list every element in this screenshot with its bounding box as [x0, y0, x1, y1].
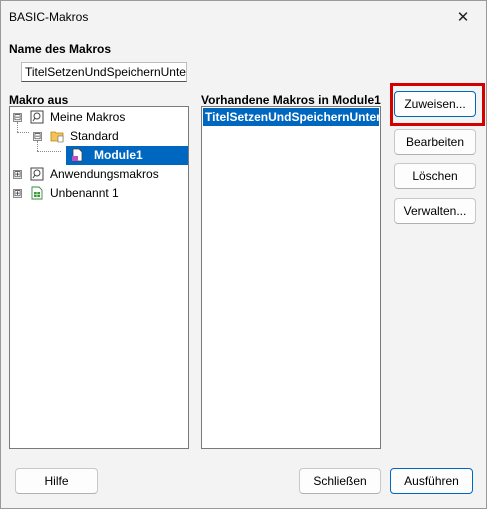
expand-icon[interactable]: ⊞ — [13, 189, 22, 198]
close-button[interactable]: Schließen — [299, 468, 381, 494]
tree-item-label: Anwendungsmakros — [50, 167, 159, 181]
tree-item-unbenannt-1[interactable]: ⊞ Unbenannt 1 — [10, 184, 188, 203]
tree-item-standard[interactable]: ⊟ Standard — [10, 127, 188, 146]
collapse-icon[interactable]: ⊟ — [13, 113, 22, 122]
macro-list-item[interactable]: TitelSetzenUndSpeichernUnter — [203, 108, 379, 126]
macro-library-tree[interactable]: ⊟ Meine Makros ⊟ Standard Module1 ⊞ Anwe… — [9, 106, 189, 449]
expand-icon[interactable]: ⊞ — [13, 170, 22, 179]
tree-item-anwendungsmakros[interactable]: ⊞ Anwendungsmakros — [10, 165, 188, 184]
macro-library-icon — [30, 167, 44, 181]
delete-button[interactable]: Löschen — [394, 163, 476, 189]
manage-button[interactable]: Verwalten... — [394, 198, 476, 224]
window-title: BASIC-Makros — [9, 10, 89, 24]
spreadsheet-document-icon — [31, 186, 43, 200]
folder-icon — [50, 131, 64, 143]
run-button[interactable]: Ausführen — [390, 468, 473, 494]
macro-name-label: Name des Makros — [9, 42, 112, 56]
macro-name-input[interactable]: TitelSetzenUndSpeichernUnter — [21, 62, 187, 82]
macro-from-label: Makro aus — [9, 93, 69, 107]
tree-item-module1[interactable]: Module1 — [10, 146, 188, 165]
collapse-icon[interactable]: ⊟ — [33, 132, 42, 141]
annotation-highlight-box — [390, 83, 485, 126]
close-icon[interactable]: ✕ — [440, 1, 486, 33]
existing-macros-label: Vorhandene Makros in Module1 — [201, 93, 381, 107]
tree-item-label: Module1 — [90, 146, 147, 165]
macro-library-icon — [30, 110, 44, 124]
edit-button[interactable]: Bearbeiten — [394, 129, 476, 155]
tree-item-label: Standard — [70, 129, 119, 143]
tree-item-label: Unbenannt 1 — [50, 186, 119, 200]
tree-item-label: Meine Makros — [50, 110, 126, 124]
module-icon — [72, 148, 83, 162]
help-button[interactable]: Hilfe — [15, 468, 98, 494]
basic-macros-dialog: BASIC-Makros ✕ Name des Makros TitelSetz… — [0, 0, 487, 509]
tree-item-meine-makros[interactable]: ⊟ Meine Makros — [10, 108, 188, 127]
title-bar: BASIC-Makros ✕ — [1, 1, 486, 33]
existing-macros-list[interactable]: TitelSetzenUndSpeichernUnter — [201, 106, 381, 449]
